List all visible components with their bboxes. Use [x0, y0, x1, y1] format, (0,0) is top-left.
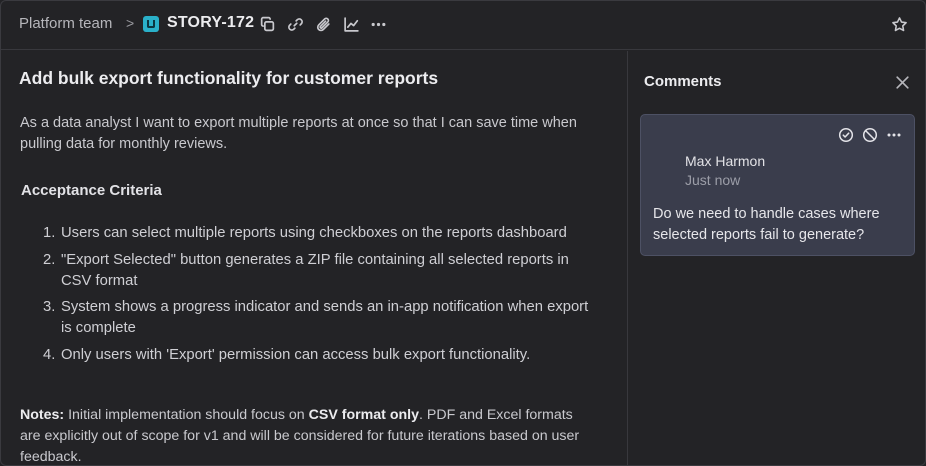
acceptance-criteria-list: 1. Users can select multiple reports usin…	[43, 223, 593, 371]
list-item: 4. Only users with 'Export' permission ca…	[43, 345, 593, 366]
star-icon[interactable]	[891, 16, 908, 33]
link-icon[interactable]	[287, 16, 304, 33]
story-window: Platform team > STORY-172 Add bulk expor…	[0, 0, 926, 466]
story-detail-pane: Add bulk export functionality for custom…	[1, 51, 628, 465]
block-icon[interactable]	[862, 127, 878, 143]
list-number: 1.	[43, 225, 56, 241]
comments-title: Comments	[644, 73, 722, 90]
story-title[interactable]: Add bulk export functionality for custom…	[19, 68, 438, 89]
close-icon[interactable]	[894, 74, 911, 91]
breadcrumb-team[interactable]: Platform team	[19, 15, 112, 32]
resolve-icon[interactable]	[838, 127, 854, 143]
story-description: As a data analyst I want to export multi…	[20, 115, 577, 152]
comment-timestamp: Just now	[685, 172, 741, 188]
list-item-text: System shows a progress indicator and se…	[61, 299, 589, 336]
list-number: 4.	[43, 346, 56, 363]
notes-label: Notes:	[20, 407, 65, 423]
story-notes: Notes: Initial implementation should foc…	[20, 405, 595, 465]
comment-card: Max Harmon Just now Do we need to handle…	[640, 114, 915, 256]
story-type-icon	[143, 16, 159, 32]
list-number: 3.	[43, 299, 56, 315]
notes-text: Initial implementation should focus on	[64, 407, 309, 423]
list-item-text: "Export Selected" button generates a ZIP…	[61, 251, 569, 289]
header-bar: Platform team > STORY-172	[1, 1, 925, 50]
more-icon[interactable]	[370, 16, 387, 33]
copy-icon[interactable]	[259, 16, 276, 33]
list-item-text: Only users with 'Export' permission can …	[61, 346, 531, 363]
breadcrumb-separator: >	[126, 15, 135, 31]
comment-body: Do we need to handle cases where selecte…	[653, 206, 880, 243]
more-icon[interactable]	[886, 127, 902, 143]
attachment-icon[interactable]	[315, 16, 332, 33]
list-item: 1. Users can select multiple reports usin…	[43, 223, 593, 244]
list-number: 2.	[43, 251, 56, 268]
comment-author[interactable]: Max Harmon	[685, 153, 765, 169]
list-item: 2. "Export Selected" button generates a Z…	[43, 250, 593, 292]
chart-icon[interactable]	[343, 16, 360, 33]
story-id: STORY-172	[167, 14, 255, 31]
notes-emphasis: CSV format only	[308, 407, 420, 423]
list-item: 3. System shows a progress indicator and …	[43, 297, 593, 339]
list-item-text: Users can select multiple reports using …	[61, 225, 567, 241]
acceptance-criteria-heading: Acceptance Criteria	[21, 182, 162, 199]
